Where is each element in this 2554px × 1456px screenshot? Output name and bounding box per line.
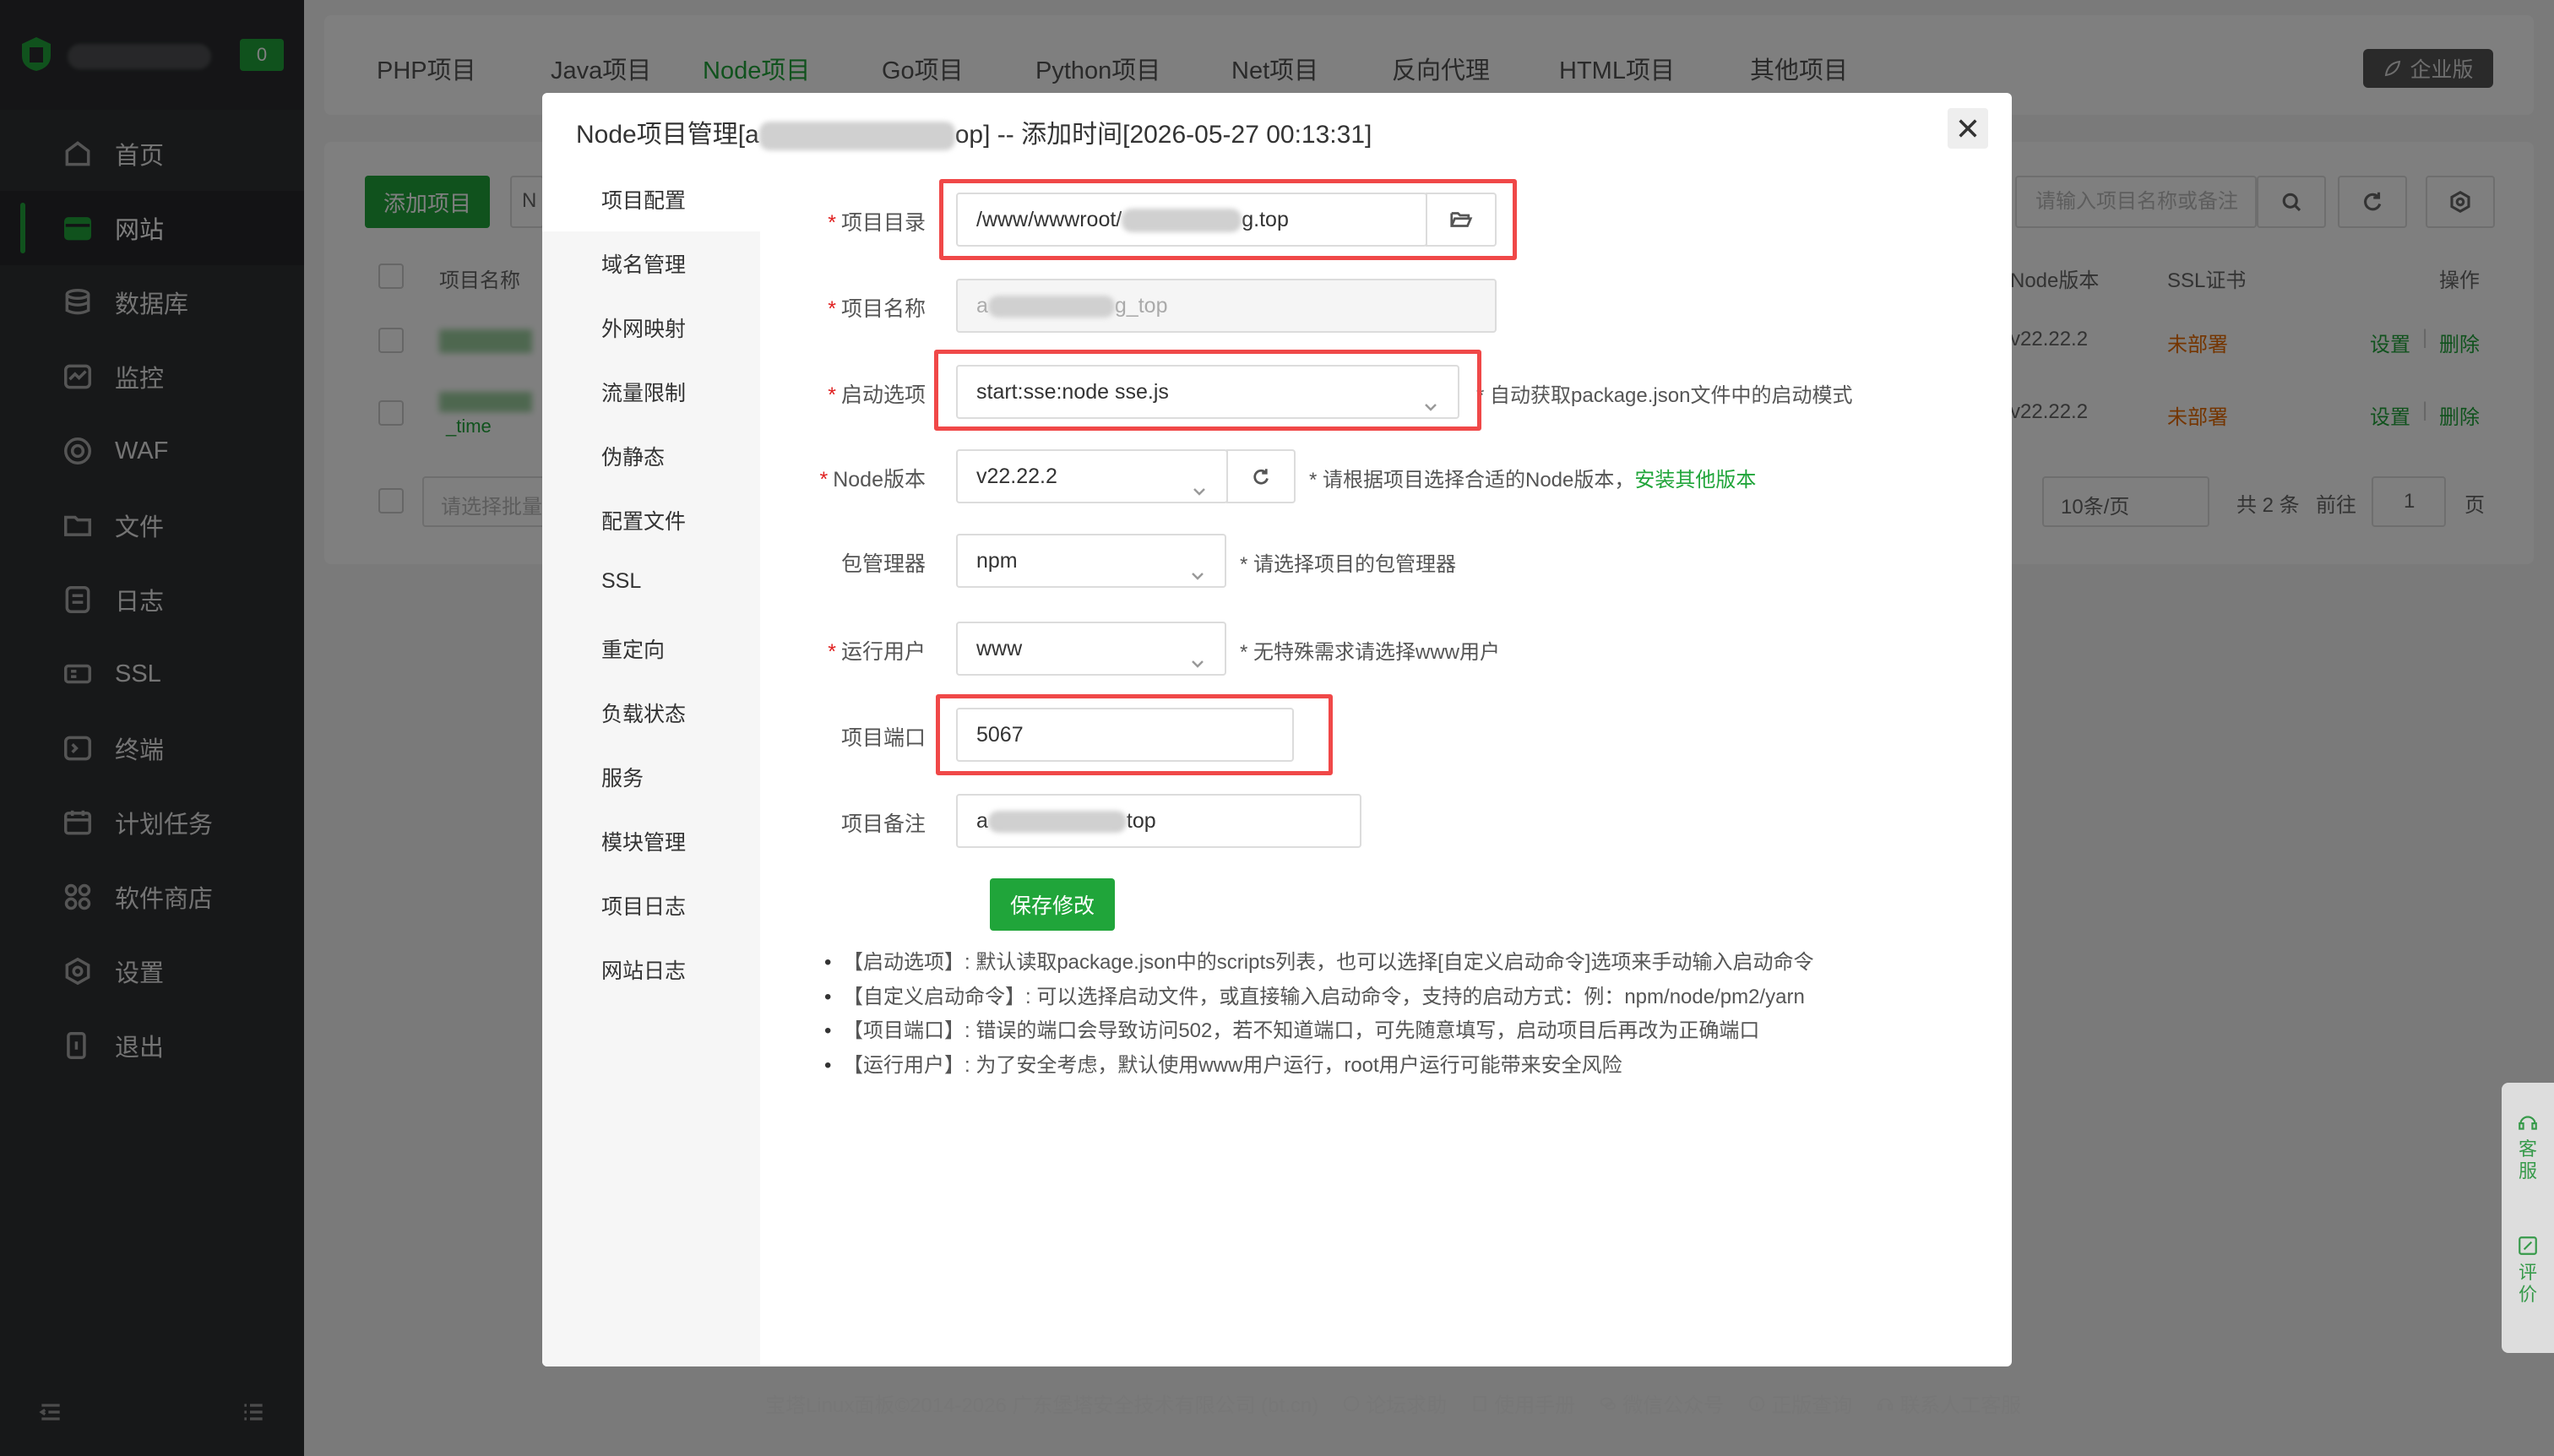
footer-forum-label: 论坛求助: [1366, 1394, 1448, 1417]
footer-manual-label: 使用手册: [1494, 1394, 1576, 1417]
menu-item-project-config[interactable]: 项目配置: [601, 184, 686, 215]
package-manager-select[interactable]: npm: [956, 534, 1226, 588]
node-version-select[interactable]: v22.22.2: [956, 449, 1228, 503]
close-button[interactable]: [1948, 108, 1988, 149]
headset-icon: [1877, 1398, 1894, 1410]
book-icon: [1473, 1395, 1486, 1411]
project-note-input[interactable]: a top: [956, 794, 1361, 848]
menu-item-service[interactable]: 服务: [601, 762, 644, 792]
menu-item-traffic-limit[interactable]: 流量限制: [601, 377, 686, 407]
note-item: 【自定义启动命令】: 可以选择启动文件，或直接输入启动命令，支持的启动方式：例：…: [824, 981, 1922, 1015]
node-version-label: * Node版本: [819, 468, 926, 492]
modal-title-suffix: op] -- 添加时间[2026-05-27 00:13:31]: [954, 121, 1372, 149]
run-user-select[interactable]: www: [956, 622, 1226, 676]
customer-service-label: 客服: [2518, 1138, 2537, 1182]
modal-title: Node项目管理[a op] -- 添加时间[2026-05-27 00:13:3…: [576, 113, 1372, 151]
menu-item-site-log[interactable]: 网站日志: [601, 954, 686, 985]
modal-side-menu: 项目配置 域名管理 外网映射 流量限制 伪静态 配置文件 SSL 重定向 负载状…: [542, 164, 760, 1366]
edit-icon: [2519, 1236, 2537, 1255]
start-option-label: * 启动选项: [828, 383, 926, 407]
highlight-box-start: [934, 350, 1481, 431]
highlight-box-port: [936, 694, 1333, 775]
package-manager-hint: * 请选择项目的包管理器: [1240, 553, 1457, 576]
headset-icon: [2519, 1116, 2537, 1130]
project-port-label: 项目端口: [840, 726, 926, 750]
save-button[interactable]: 保存修改: [990, 878, 1115, 931]
project-name-label: * 项目名称: [828, 297, 926, 321]
modal-title-prefix: Node项目管理[a: [576, 121, 759, 149]
chevron-down-icon: [1189, 552, 1206, 580]
footer-verify-label: 正版查询: [1771, 1394, 1853, 1417]
menu-item-external-mapping[interactable]: 外网映射: [601, 312, 686, 343]
chevron-down-icon: [1191, 468, 1208, 496]
modal-header: Node项目管理[a op] -- 添加时间[2026-05-27 00:13:3…: [542, 93, 2012, 164]
help-circle-icon: [1344, 1395, 1360, 1411]
close-icon: [1959, 119, 1977, 138]
footer-manual-link[interactable]: 使用手册: [1470, 1388, 1575, 1418]
footer: 宝塔Linux面板©2014-2026 广东堡塔安全技术有限公司 (bt.cn)…: [765, 1388, 2021, 1418]
package-manager-label: 包管理器: [840, 552, 926, 576]
start-option-hint: * 自动获取package.json文件中的启动模式: [1476, 384, 1853, 407]
floating-service-panel: 客服 评价: [2502, 1083, 2554, 1353]
highlight-box-dir: [939, 179, 1517, 260]
review-label: 评价: [2518, 1262, 2537, 1305]
footer-verify-link[interactable]: 正版查询: [1747, 1388, 1852, 1418]
menu-item-config-file[interactable]: 配置文件: [601, 505, 686, 535]
note-item: 【运行用户】: 为了安全考虑，默认使用www用户运行，root用户运行可能带来安…: [824, 1049, 1922, 1084]
name-blurred: [987, 296, 1115, 318]
project-dir-label: * 项目目录: [828, 211, 926, 235]
footer-forum-link[interactable]: 论坛求助: [1342, 1388, 1447, 1418]
install-other-versions-link[interactable]: 安装其他版本: [1634, 469, 1756, 492]
chevron-down-icon: [1189, 640, 1206, 668]
footer-wechat-link[interactable]: 微信公众号: [1599, 1388, 1724, 1418]
footer-support-label: 联系人工客服: [1899, 1394, 2022, 1417]
note-item: 【启动选项】: 默认读取package.json中的scripts列表，也可以选…: [824, 946, 1922, 981]
project-name-blurred: [758, 122, 955, 151]
menu-item-load-status[interactable]: 负载状态: [601, 698, 686, 728]
note-item: 【项目端口】: 错误的端口会导致访问502，若不知道端口，可先随意填写，启动项目…: [824, 1014, 1922, 1049]
project-name-input[interactable]: a g_top: [956, 279, 1497, 333]
menu-item-domain[interactable]: 域名管理: [601, 248, 686, 279]
note-blurred: [987, 811, 1127, 834]
node-version-hint: * 请根据项目选择合适的Node版本，安装其他版本: [1309, 469, 1757, 492]
footer-copyright: 宝塔Linux面板©2014-2026 广东堡塔安全技术有限公司 (bt.cn): [765, 1394, 1319, 1417]
review-button[interactable]: 评价: [2513, 1235, 2542, 1306]
refresh-icon: [1253, 469, 1269, 485]
customer-service-button[interactable]: 客服: [2513, 1111, 2542, 1182]
menu-item-rewrite[interactable]: 伪静态: [601, 441, 665, 471]
footer-wechat-label: 微信公众号: [1622, 1394, 1725, 1417]
help-notes: 【启动选项】: 默认读取package.json中的scripts列表，也可以选…: [824, 946, 1922, 1083]
menu-item-project-log[interactable]: 项目日志: [601, 890, 686, 921]
menu-item-ssl[interactable]: SSL: [601, 569, 641, 594]
footer-support-link[interactable]: 联系人工客服: [1876, 1388, 2021, 1418]
refresh-node-versions-button[interactable]: [1226, 449, 1296, 503]
run-user-hint: * 无特殊需求请选择www用户: [1240, 641, 1501, 664]
info-circle-icon: [1749, 1395, 1765, 1411]
menu-item-modules[interactable]: 模块管理: [601, 826, 686, 856]
menu-item-redirect[interactable]: 重定向: [601, 633, 665, 664]
project-note-label: 项目备注: [840, 812, 926, 836]
wechat-icon: [1600, 1397, 1617, 1410]
run-user-label: * 运行用户: [828, 640, 926, 664]
